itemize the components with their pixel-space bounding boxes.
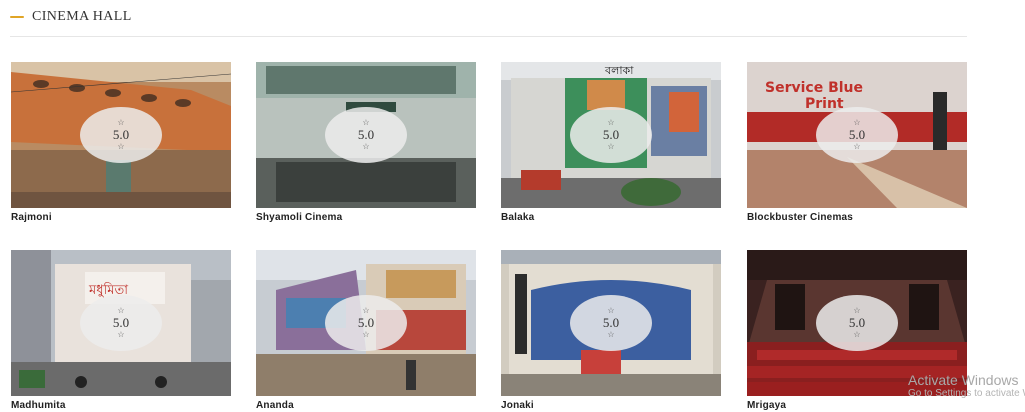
- rating-value: 5.0: [848, 315, 866, 331]
- star-icon: ☆: [853, 141, 861, 151]
- section-header: CINEMA HALL: [10, 6, 132, 28]
- star-icon: ☆: [362, 141, 370, 151]
- star-icon: ☆: [117, 117, 125, 127]
- cinema-thumbnail[interactable]: ☆ 5.0 ☆: [256, 250, 476, 396]
- cinema-card-shyamoli[interactable]: ☆ 5.0 ☆ Shyamoli Cinema: [256, 62, 476, 223]
- balaka-sign: বলাকা: [604, 64, 634, 77]
- rating-badge: ☆ 5.0 ☆: [570, 107, 652, 163]
- star-icon: ☆: [117, 329, 125, 339]
- watermark-subtitle: Go to Settings to activate Windows.: [908, 388, 1025, 399]
- cinema-name[interactable]: Mrigaya: [747, 400, 967, 411]
- cinema-name[interactable]: Madhumita: [11, 400, 231, 411]
- star-icon: ☆: [362, 305, 370, 315]
- cinema-card-ananda[interactable]: ☆ 5.0 ☆ Ananda: [256, 250, 476, 411]
- star-icon: ☆: [117, 305, 125, 315]
- star-icon: ☆: [853, 117, 861, 127]
- blockbuster-sign-line1: Service Blue: [765, 80, 863, 96]
- cinema-grid: ☆ 5.0 ☆ Rajmoni ☆ 5.0 ☆ Shyamoli Cinema …: [11, 62, 971, 412]
- star-icon: ☆: [853, 305, 861, 315]
- cinema-card-jonaki[interactable]: ☆ 5.0 ☆ Jonaki: [501, 250, 721, 411]
- cinema-name[interactable]: Ananda: [256, 400, 476, 411]
- rating-value: 5.0: [602, 315, 620, 331]
- rating-value: 5.0: [357, 315, 375, 331]
- cinema-card-balaka[interactable]: বলাকা ☆ 5.0 ☆ Balaka: [501, 62, 721, 223]
- cinema-card-rajmoni[interactable]: ☆ 5.0 ☆ Rajmoni: [11, 62, 231, 223]
- cinema-card-madhumita[interactable]: মধুমিতা ☆ 5.0 ☆ Madhumita: [11, 250, 231, 411]
- rating-value: 5.0: [112, 315, 130, 331]
- cinema-thumbnail[interactable]: মধুমিতা ☆ 5.0 ☆: [11, 250, 231, 396]
- rating-badge: ☆ 5.0 ☆: [325, 295, 407, 351]
- star-icon: ☆: [853, 329, 861, 339]
- watermark-title: Activate Windows: [908, 372, 1019, 388]
- rating-value: 5.0: [602, 127, 620, 143]
- star-icon: ☆: [607, 117, 615, 127]
- rating-value: 5.0: [357, 127, 375, 143]
- rating-value: 5.0: [848, 127, 866, 143]
- section-title: CINEMA HALL: [32, 9, 132, 24]
- star-icon: ☆: [607, 305, 615, 315]
- rating-badge: ☆ 5.0 ☆: [816, 295, 898, 351]
- rating-badge: ☆ 5.0 ☆: [325, 107, 407, 163]
- cinema-thumbnail[interactable]: Service Blue Print ☆ 5.0 ☆: [747, 62, 967, 208]
- header-divider: [10, 36, 967, 37]
- star-icon: ☆: [607, 329, 615, 339]
- cinema-card-blockbuster[interactable]: Service Blue Print ☆ 5.0 ☆ Blockbuster C…: [747, 62, 967, 223]
- rating-badge: ☆ 5.0 ☆: [80, 107, 162, 163]
- rating-value: 5.0: [112, 127, 130, 143]
- activate-windows-watermark: Activate Windows Go to Settings to activ…: [908, 372, 1025, 399]
- accent-dash: [10, 16, 24, 18]
- star-icon: ☆: [117, 141, 125, 151]
- cinema-thumbnail[interactable]: ☆ 5.0 ☆: [501, 250, 721, 396]
- star-icon: ☆: [362, 329, 370, 339]
- cinema-thumbnail[interactable]: বলাকা ☆ 5.0 ☆: [501, 62, 721, 208]
- cinema-name[interactable]: Blockbuster Cinemas: [747, 212, 967, 223]
- star-icon: ☆: [362, 117, 370, 127]
- cinema-name[interactable]: Shyamoli Cinema: [256, 212, 476, 223]
- rating-badge: ☆ 5.0 ☆: [570, 295, 652, 351]
- cinema-name[interactable]: Balaka: [501, 212, 721, 223]
- cinema-name[interactable]: Rajmoni: [11, 212, 231, 223]
- star-icon: ☆: [607, 141, 615, 151]
- cinema-thumbnail[interactable]: ☆ 5.0 ☆: [256, 62, 476, 208]
- rating-badge: ☆ 5.0 ☆: [80, 295, 162, 351]
- cinema-thumbnail[interactable]: ☆ 5.0 ☆: [11, 62, 231, 208]
- cinema-name[interactable]: Jonaki: [501, 400, 721, 411]
- rating-badge: ☆ 5.0 ☆: [816, 107, 898, 163]
